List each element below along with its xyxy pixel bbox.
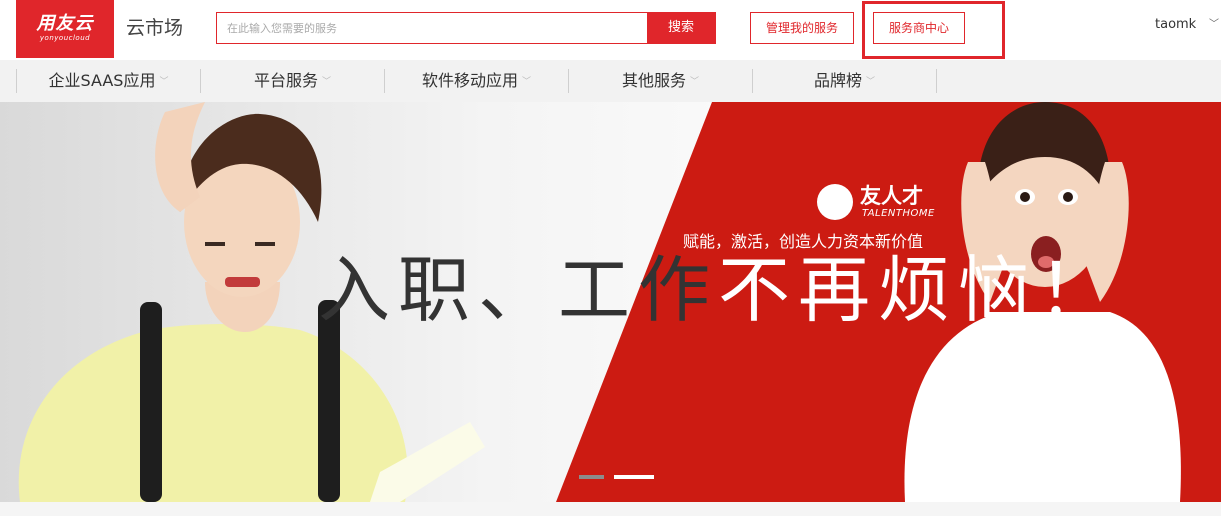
talenthome-logo-icon — [817, 184, 853, 220]
logo-subtext: yonyoucloud — [39, 34, 91, 42]
talenthome-brand-name: 友人才 — [860, 184, 923, 208]
nav-item-label: 其他服务 — [621, 71, 686, 90]
content-strip — [0, 502, 1221, 516]
chevron-down-icon: ﹀ — [159, 77, 169, 87]
nav-item-brand-ranking[interactable]: 品牌榜 ﹀ — [753, 68, 936, 94]
nav-item-mobile-software[interactable]: 软件移动应用 ﹀ — [385, 68, 568, 94]
talenthome-brand-subtitle: TALENTHOME — [862, 208, 935, 219]
search-bar: 搜索 — [216, 12, 716, 44]
site-title: 云市场 — [126, 17, 184, 39]
search-button[interactable]: 搜索 — [647, 13, 715, 43]
nav-divider — [936, 69, 937, 93]
chevron-down-icon: ﹀ — [690, 77, 700, 87]
chevron-down-icon: ﹀ — [866, 77, 876, 87]
provider-center-button[interactable]: 服务商中心 — [873, 12, 965, 44]
chevron-down-icon: ﹀ — [522, 77, 532, 87]
chevron-down-icon: ﹀ — [322, 77, 332, 87]
nav-item-other[interactable]: 其他服务 ﹀ — [569, 68, 752, 94]
slogan-dark-part: 入职、工作 — [318, 248, 719, 332]
hero-banner[interactable]: 友人才 TALENTHOME 赋能，激活，创造人力资本新价值 入职、工作不再烦恼… — [0, 102, 1221, 502]
banner-slogan: 入职、工作不再烦恼！ — [318, 250, 1118, 330]
category-nav: 企业SAAS应用 ﹀ 平台服务 ﹀ 软件移动应用 ﹀ 其他服务 ﹀ 品牌榜 ﹀ — [0, 60, 1221, 102]
yonyou-cloud-logo[interactable]: 用友云 yonyoucloud — [16, 0, 114, 58]
nav-item-saas[interactable]: 企业SAAS应用 ﹀ — [17, 68, 200, 94]
nav-item-label: 品牌榜 — [813, 71, 862, 90]
username: taomk — [1155, 17, 1197, 32]
chevron-down-icon: ﹀ — [1209, 19, 1219, 30]
logo-text: 用友云 — [36, 13, 94, 34]
nav-item-label: 软件移动应用 — [421, 71, 518, 90]
slogan-light-part: 不再烦恼！ — [718, 248, 1119, 332]
search-input[interactable] — [217, 13, 648, 43]
nav-item-platform[interactable]: 平台服务 ﹀ — [201, 68, 384, 94]
nav-item-label: 平台服务 — [253, 71, 318, 90]
carousel-dot-1[interactable] — [579, 475, 604, 479]
nav-item-label: 企业SAAS应用 — [48, 71, 156, 90]
top-header: 用友云 yonyoucloud 云市场 搜索 管理我的服务 服务商中心 taom… — [0, 0, 1221, 60]
manage-my-services-button[interactable]: 管理我的服务 — [750, 12, 854, 44]
carousel-dot-2-active[interactable] — [614, 475, 654, 479]
user-menu[interactable]: taomk ﹀ — [1155, 16, 1219, 34]
